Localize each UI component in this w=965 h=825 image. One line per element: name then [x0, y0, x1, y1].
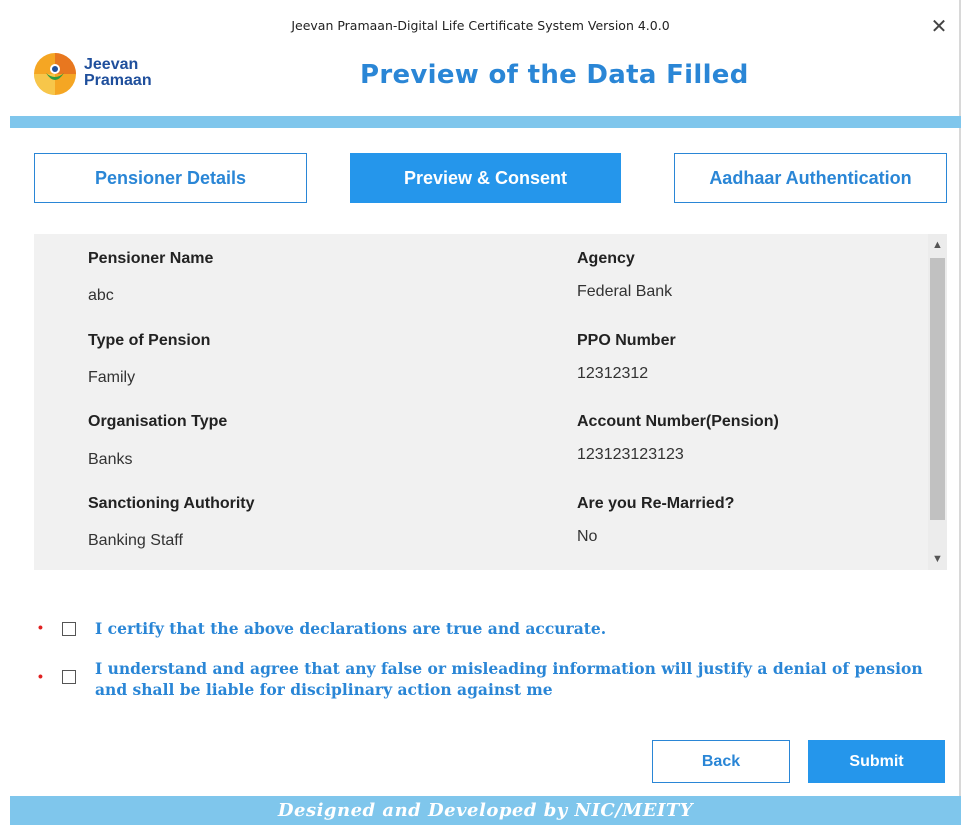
footer-band: Designed and Developed by NIC/MEITY: [10, 796, 961, 825]
footer-credit: Designed and Developed by NIC/MEITY: [277, 800, 694, 821]
tab-pensioner-details[interactable]: Pensioner Details: [34, 153, 307, 203]
scroll-down-icon[interactable]: ▼: [928, 550, 947, 568]
label-agency: Agency: [577, 250, 635, 267]
consent-item-2: • I understand and agree that any false …: [38, 658, 938, 702]
jeevan-pramaan-logo-icon: [34, 53, 76, 95]
title-bar: Jeevan Pramaan-Digital Life Certificate …: [0, 0, 961, 48]
consent-text-1: I certify that the above declarations ar…: [95, 619, 607, 638]
label-pensioner-name: Pensioner Name: [88, 250, 214, 267]
app-logo: Jeevan Pramaan: [32, 48, 192, 102]
page-title: Preview of the Data Filled: [360, 60, 749, 90]
logo-line-2: Pramaan: [84, 72, 152, 89]
consent-item-1: • I certify that the above declarations …: [38, 618, 938, 640]
submit-button[interactable]: Submit: [808, 740, 945, 783]
value-remarried: No: [577, 528, 598, 545]
close-icon[interactable]: ✕: [927, 14, 951, 38]
details-scrollbar[interactable]: ▲ ▼: [928, 234, 947, 570]
logo-line-1: Jeevan: [84, 56, 139, 73]
consent-checkbox-1[interactable]: [62, 622, 76, 636]
label-remarried: Are you Re-Married?: [577, 495, 735, 512]
tab-aadhaar-authentication[interactable]: Aadhaar Authentication: [674, 153, 947, 203]
label-organisation-type: Organisation Type: [88, 413, 228, 430]
required-marker: •: [38, 668, 43, 684]
consent-checkbox-2[interactable]: [62, 670, 76, 684]
label-sanctioning-authority: Sanctioning Authority: [88, 495, 255, 512]
label-account-number: Account Number(Pension): [577, 413, 779, 430]
value-pensioner-name: abc: [88, 287, 114, 304]
header-band: [10, 116, 961, 128]
logo-text: Jeevan Pramaan: [84, 57, 152, 89]
details-panel: Pensioner Name abc Type of Pension Famil…: [34, 234, 947, 570]
value-sanctioning-authority: Banking Staff: [88, 532, 183, 549]
back-button[interactable]: Back: [652, 740, 790, 783]
value-type-of-pension: Family: [88, 369, 136, 386]
value-account-number: 123123123123: [577, 446, 684, 463]
consent-text-2: I understand and agree that any false or…: [95, 659, 923, 699]
value-organisation-type: Banks: [88, 451, 133, 468]
value-agency: Federal Bank: [577, 283, 673, 300]
tab-preview-consent[interactable]: Preview & Consent: [350, 153, 621, 203]
label-type-of-pension: Type of Pension: [88, 332, 211, 349]
window-title: Jeevan Pramaan-Digital Life Certificate …: [291, 18, 670, 33]
scroll-up-icon[interactable]: ▲: [928, 236, 947, 254]
scroll-thumb[interactable]: [930, 258, 945, 520]
label-ppo-number: PPO Number: [577, 332, 676, 349]
required-marker: •: [38, 619, 43, 635]
app-window: Jeevan Pramaan-Digital Life Certificate …: [0, 0, 961, 825]
value-ppo-number: 12312312: [577, 365, 649, 382]
